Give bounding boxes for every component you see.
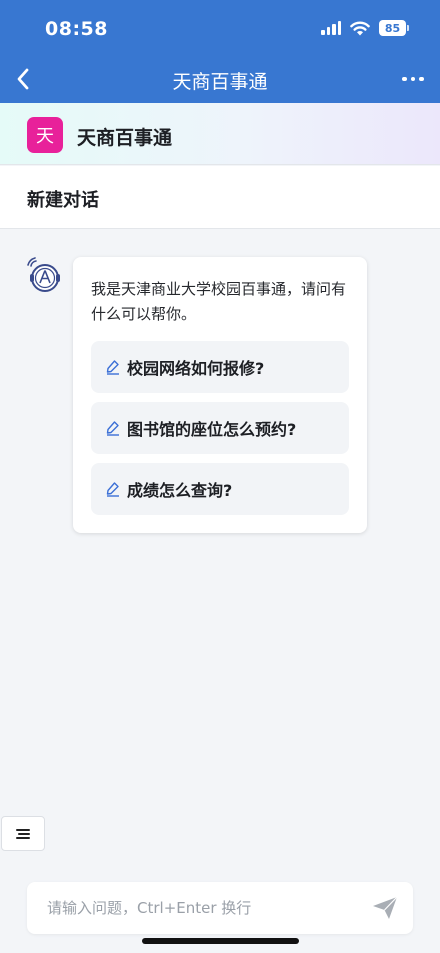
chat-input[interactable]: [47, 895, 367, 921]
status-time: 08:58: [45, 18, 108, 40]
wifi-icon: [350, 21, 370, 35]
home-indicator: [142, 938, 299, 944]
more-dots-icon: [402, 76, 407, 82]
brand-name: 天商百事通: [77, 127, 173, 149]
pencil-icon: [106, 421, 119, 436]
menu-lines-icon: [16, 828, 30, 839]
app-header: 08:58 85 天商百事通: [0, 0, 440, 103]
brand-logo: 天: [27, 117, 63, 153]
status-icons: 85: [321, 20, 409, 36]
brand-bar: 天 天商百事通: [0, 103, 440, 165]
suggestion-text: 校园网络如何报修?: [127, 359, 265, 378]
send-button[interactable]: [371, 894, 399, 922]
page-title: 天商百事通: [172, 71, 268, 93]
battery-icon: 85: [379, 20, 409, 36]
battery-level: 85: [379, 20, 406, 36]
status-bar: 08:58 85: [0, 0, 440, 58]
pencil-icon: [106, 482, 119, 497]
suggestion-item[interactable]: 校园网络如何报修?: [91, 341, 349, 393]
pencil-icon: [106, 360, 119, 375]
new-chat-button[interactable]: 新建对话: [0, 166, 440, 229]
bot-avatar-icon: [27, 257, 60, 292]
suggestion-item[interactable]: 成绩怎么查询?: [91, 463, 349, 515]
signal-icon: [321, 21, 341, 35]
new-chat-label: 新建对话: [27, 190, 99, 211]
suggestion-text: 图书馆的座位怎么预约?: [127, 420, 297, 439]
suggestion-text: 成绩怎么查询?: [127, 481, 233, 500]
bot-intro-text: 我是天津商业大学校园百事通，请问有什么可以帮你。: [91, 280, 347, 323]
navigation-bar: 天商百事通: [0, 58, 440, 103]
more-button[interactable]: [398, 64, 428, 94]
send-icon: [373, 896, 398, 919]
menu-button[interactable]: [1, 816, 45, 851]
suggestion-item[interactable]: 图书馆的座位怎么预约?: [91, 402, 349, 454]
chat-input-bar: [27, 882, 413, 934]
bot-message-card: 我是天津商业大学校园百事通，请问有什么可以帮你。 校园网络如何报修? 图书馆的座…: [73, 257, 367, 533]
